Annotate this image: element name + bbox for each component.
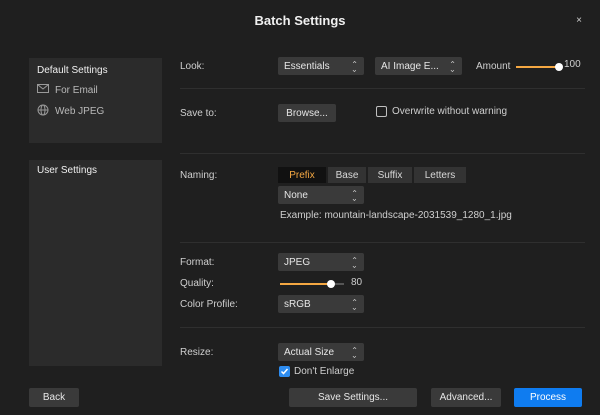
resize-select[interactable]: Actual Size ⌃ ⌃ xyxy=(278,343,364,361)
select-chevron-icon: ⌃ ⌃ xyxy=(351,59,358,73)
ai-enhance-select[interactable]: AI Image E... ⌃ ⌃ xyxy=(375,57,462,75)
quality-value: 80 xyxy=(351,277,363,288)
close-button[interactable]: × xyxy=(570,11,588,29)
divider xyxy=(180,327,585,328)
quality-slider-fill xyxy=(280,283,331,285)
select-chevron-icon: ⌃ ⌃ xyxy=(351,297,358,311)
preset-for-email[interactable]: For Email xyxy=(37,84,98,96)
quality-label: Quality: xyxy=(180,278,214,289)
checkmark-icon xyxy=(280,368,289,375)
dont-enlarge-label: Don't Enlarge xyxy=(294,366,355,377)
user-settings-panel xyxy=(29,160,162,366)
naming-select[interactable]: None ⌃ ⌃ xyxy=(278,186,364,204)
resize-select-value: Actual Size xyxy=(284,346,335,358)
preset-for-email-label: For Email xyxy=(55,84,98,96)
look-label: Look: xyxy=(180,61,205,72)
format-label: Format: xyxy=(180,257,215,268)
naming-label: Naming: xyxy=(180,170,218,181)
divider xyxy=(180,88,585,89)
preset-web-jpeg-label: Web JPEG xyxy=(55,106,105,117)
window-title: Batch Settings xyxy=(254,12,346,28)
save-to-label: Save to: xyxy=(180,108,217,119)
naming-tabs: Prefix Base Suffix Letters xyxy=(278,167,468,183)
amount-slider-fill xyxy=(516,66,559,68)
dont-enlarge-row[interactable]: Don't Enlarge xyxy=(279,366,354,377)
resize-label: Resize: xyxy=(180,347,214,358)
process-button[interactable]: Process xyxy=(514,388,582,407)
overwrite-checkbox-row[interactable]: Overwrite without warning xyxy=(376,106,507,117)
back-button[interactable]: Back xyxy=(29,388,79,407)
select-chevron-icon: ⌃ ⌃ xyxy=(351,345,358,359)
tab-prefix[interactable]: Prefix xyxy=(278,167,326,183)
format-select[interactable]: JPEG ⌃ ⌃ xyxy=(278,253,364,271)
dont-enlarge-checkbox[interactable] xyxy=(279,366,290,377)
divider xyxy=(180,153,585,154)
save-settings-button[interactable]: Save Settings... xyxy=(289,388,417,407)
tab-suffix[interactable]: Suffix xyxy=(368,167,412,183)
default-settings-title: Default Settings xyxy=(37,65,108,76)
tab-base[interactable]: Base xyxy=(328,167,366,183)
amount-value: 100 xyxy=(564,59,581,70)
preset-web-jpeg[interactable]: Web JPEG xyxy=(37,104,104,119)
globe-icon xyxy=(37,104,55,119)
look-style-value: Essentials xyxy=(284,60,330,72)
select-chevron-icon: ⌃ ⌃ xyxy=(351,188,358,202)
divider xyxy=(180,242,585,243)
look-style-select[interactable]: Essentials ⌃ ⌃ xyxy=(278,57,364,75)
overwrite-label: Overwrite without warning xyxy=(392,106,508,117)
mail-icon xyxy=(37,84,55,96)
amount-slider-track[interactable] xyxy=(516,66,559,68)
amount-label: Amount xyxy=(476,61,511,72)
select-chevron-icon: ⌃ ⌃ xyxy=(351,255,358,269)
naming-example: Example: mountain-landscape-2031539_1280… xyxy=(280,210,512,221)
color-profile-value: sRGB xyxy=(284,298,311,310)
color-profile-label: Color Profile: xyxy=(180,299,238,310)
overwrite-checkbox[interactable] xyxy=(376,106,387,117)
quality-slider-knob[interactable] xyxy=(327,280,335,288)
format-select-value: JPEG xyxy=(284,256,311,268)
browse-button[interactable]: Browse... xyxy=(278,104,336,122)
ai-enhance-value: AI Image E... xyxy=(381,60,439,72)
user-settings-title: User Settings xyxy=(37,165,98,176)
naming-select-value: None xyxy=(284,189,308,201)
advanced-button[interactable]: Advanced... xyxy=(431,388,501,407)
amount-slider-knob[interactable] xyxy=(555,63,563,71)
select-chevron-icon: ⌃ ⌃ xyxy=(449,59,456,73)
color-profile-select[interactable]: sRGB ⌃ ⌃ xyxy=(278,295,364,313)
tab-letters[interactable]: Letters xyxy=(414,167,466,183)
